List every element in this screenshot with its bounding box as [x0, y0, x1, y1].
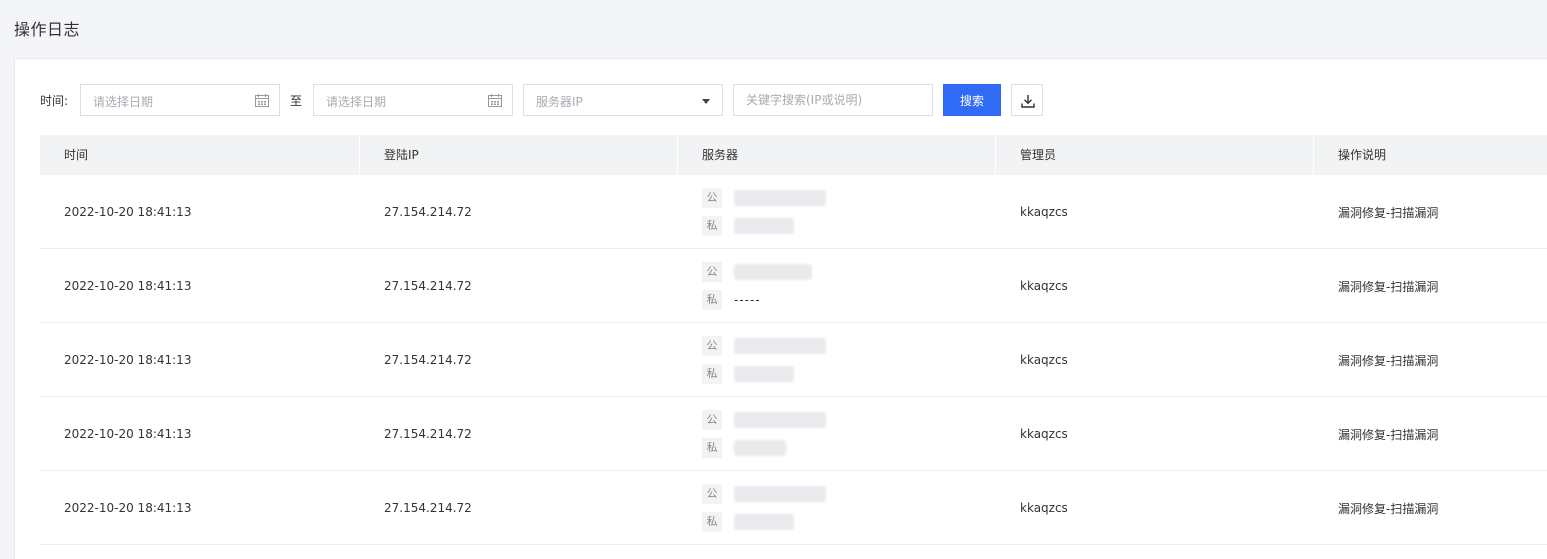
- table-row: 2022-10-20 18:41:13 27.154.214.72 公 私 kk…: [40, 175, 1547, 249]
- server-ip-placeholder: 服务器IP: [536, 95, 583, 109]
- server-ip-select[interactable]: 服务器IP: [523, 84, 723, 116]
- column-header-login-ip: 登陆IP: [360, 135, 678, 175]
- redacted-public-ip: [734, 486, 826, 502]
- redacted-public-ip: [734, 190, 826, 206]
- column-header-description: 操作说明: [1314, 135, 1547, 175]
- time-label: 时间:: [40, 94, 69, 108]
- cell-time: 2022-10-20 18:41:13: [64, 501, 192, 515]
- table-row: 2022-10-20 18:41:13 27.154.214.72 公 私 --…: [40, 249, 1547, 323]
- start-date-placeholder: 请选择日期: [93, 95, 154, 109]
- redacted-private-ip: [734, 218, 794, 234]
- cell-description: 漏洞修复-扫描漏洞: [1338, 279, 1439, 294]
- cell-server: 公 私: [678, 397, 996, 471]
- calendar-icon: [255, 94, 269, 107]
- redacted-public-ip: [734, 338, 826, 354]
- cell-time: 2022-10-20 18:41:13: [64, 427, 192, 441]
- calendar-icon: [488, 94, 502, 107]
- cell-time: 2022-10-20 18:41:13: [64, 279, 192, 293]
- cell-admin: kkaqzcs: [1020, 501, 1068, 515]
- end-date-picker[interactable]: 请选择日期: [313, 84, 513, 116]
- log-table: 时间 登陆IP 服务器 管理员 操作说明 2022-10-20 18:41:13…: [40, 135, 1547, 545]
- cell-admin: kkaqzcs: [1020, 205, 1068, 219]
- cell-login-ip: 27.154.214.72: [384, 279, 472, 293]
- cell-login-ip: 27.154.214.72: [384, 205, 472, 219]
- keyword-search-input[interactable]: [733, 84, 933, 116]
- column-header-admin: 管理员: [996, 135, 1314, 175]
- cell-login-ip: 27.154.214.72: [384, 501, 472, 515]
- start-date-picker[interactable]: 请选择日期: [80, 84, 280, 116]
- column-header-time: 时间: [40, 135, 360, 175]
- export-button[interactable]: [1011, 84, 1043, 116]
- cell-admin: kkaqzcs: [1020, 279, 1068, 293]
- filter-bar: 时间: 请选择日期 至 请选择日期 服务器IP 关键字搜索(IP或说明) 搜索: [15, 84, 1547, 116]
- cell-description: 漏洞修复-扫描漏洞: [1338, 353, 1439, 368]
- cell-admin: kkaqzcs: [1020, 427, 1068, 441]
- cell-time: 2022-10-20 18:41:13: [64, 205, 192, 219]
- redacted-private-ip: [734, 440, 786, 456]
- private-tag: 私: [702, 438, 722, 458]
- search-button[interactable]: 搜索: [943, 84, 1001, 116]
- public-tag: 公: [702, 262, 722, 282]
- cell-login-ip: 27.154.214.72: [384, 427, 472, 441]
- caret-down-icon: [702, 99, 710, 104]
- column-header-server: 服务器: [678, 135, 996, 175]
- public-tag: 公: [702, 410, 722, 430]
- cell-server: 公 私 -----: [678, 249, 996, 323]
- private-tag: 私: [702, 364, 722, 384]
- operation-log-panel: 时间: 请选择日期 至 请选择日期 服务器IP 关键字搜索(IP或说明) 搜索 …: [14, 58, 1547, 559]
- page-title: 操作日志: [14, 20, 81, 39]
- private-ip-text: -----: [734, 293, 761, 307]
- cell-login-ip: 27.154.214.72: [384, 353, 472, 367]
- download-icon: [1021, 95, 1035, 108]
- to-label: 至: [290, 94, 303, 108]
- private-tag: 私: [702, 216, 722, 236]
- redacted-public-ip: [734, 412, 826, 428]
- redacted-private-ip: [734, 366, 794, 382]
- public-tag: 公: [702, 484, 722, 504]
- private-tag: 私: [702, 512, 722, 532]
- cell-description: 漏洞修复-扫描漏洞: [1338, 427, 1439, 442]
- table-header: 时间 登陆IP 服务器 管理员 操作说明: [40, 135, 1547, 175]
- public-tag: 公: [702, 188, 722, 208]
- public-tag: 公: [702, 336, 722, 356]
- private-tag: 私: [702, 290, 722, 310]
- cell-admin: kkaqzcs: [1020, 353, 1068, 367]
- end-date-placeholder: 请选择日期: [326, 95, 387, 109]
- cell-time: 2022-10-20 18:41:13: [64, 353, 192, 367]
- table-row: 2022-10-20 18:41:13 27.154.214.72 公 私 kk…: [40, 323, 1547, 397]
- cell-description: 漏洞修复-扫描漏洞: [1338, 501, 1439, 516]
- table-row: 2022-10-20 18:41:13 27.154.214.72 公 私 kk…: [40, 397, 1547, 471]
- cell-server: 公 私: [678, 471, 996, 545]
- redacted-private-ip: [734, 514, 794, 530]
- table-row: 2022-10-20 18:41:13 27.154.214.72 公 私 kk…: [40, 471, 1547, 545]
- cell-server: 公 私: [678, 323, 996, 397]
- cell-description: 漏洞修复-扫描漏洞: [1338, 205, 1439, 220]
- cell-server: 公 私: [678, 175, 996, 249]
- redacted-public-ip: [734, 264, 812, 280]
